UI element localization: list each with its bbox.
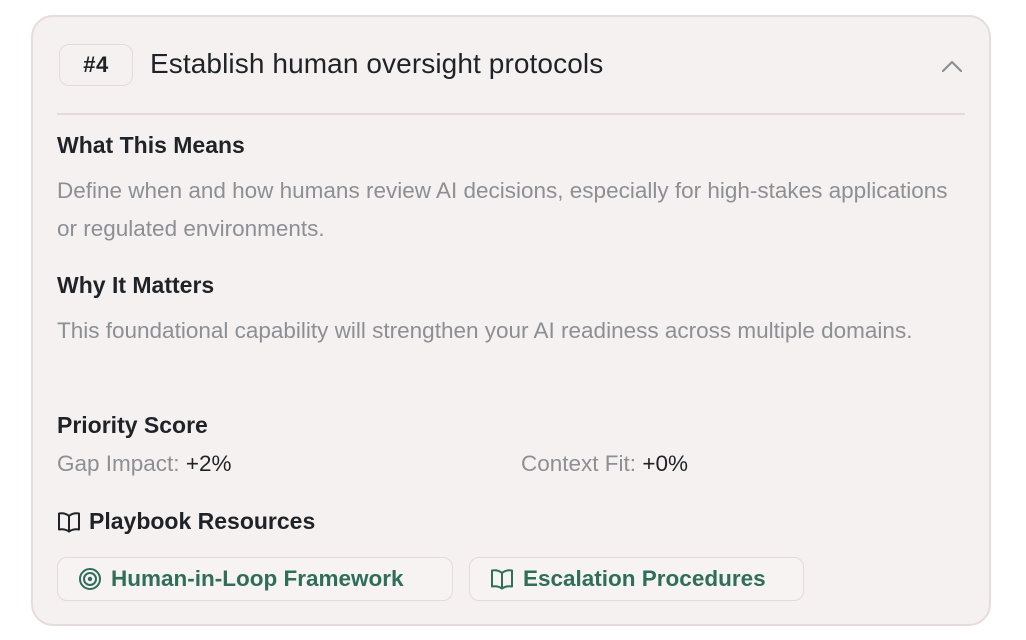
rank-badge: #4 bbox=[59, 44, 133, 86]
playbook-resources-heading: Playbook Resources bbox=[57, 508, 315, 535]
gap-impact-value: +2% bbox=[185, 451, 232, 476]
book-open-icon bbox=[490, 568, 514, 590]
header-divider bbox=[57, 113, 965, 115]
why-it-matters-heading: Why It Matters bbox=[57, 272, 215, 298]
book-open-icon bbox=[57, 511, 81, 533]
context-fit: Context Fit: +0% bbox=[521, 451, 688, 477]
playbook-resources-label: Playbook Resources bbox=[89, 508, 316, 534]
resource-label: Escalation Procedures bbox=[523, 566, 766, 591]
card-header[interactable]: #4 Establish human oversight protocols bbox=[33, 17, 989, 114]
card-title: Establish human oversight protocols bbox=[150, 48, 604, 79]
gap-impact: Gap Impact: +2% bbox=[57, 451, 232, 477]
recommendation-card: #4 Establish human oversight protocols W… bbox=[31, 15, 991, 626]
why-it-matters-text: This foundational capability will streng… bbox=[57, 318, 913, 343]
what-this-means-heading: What This Means bbox=[57, 132, 245, 158]
resource-escalation-procedures[interactable]: Escalation Procedures bbox=[469, 557, 804, 601]
context-fit-value: +0% bbox=[642, 451, 688, 476]
resource-label: Human-in-Loop Framework bbox=[111, 566, 404, 591]
chevron-up-icon bbox=[941, 60, 963, 73]
what-this-means-text: Define when and how humans review AI dec… bbox=[57, 178, 948, 241]
resource-human-in-loop-framework[interactable]: Human-in-Loop Framework bbox=[57, 557, 453, 601]
priority-score-heading: Priority Score bbox=[57, 412, 208, 438]
collapse-button[interactable] bbox=[935, 49, 969, 83]
gap-impact-label: Gap Impact: bbox=[57, 451, 180, 476]
target-icon bbox=[78, 567, 102, 591]
context-fit-label: Context Fit: bbox=[521, 451, 637, 476]
